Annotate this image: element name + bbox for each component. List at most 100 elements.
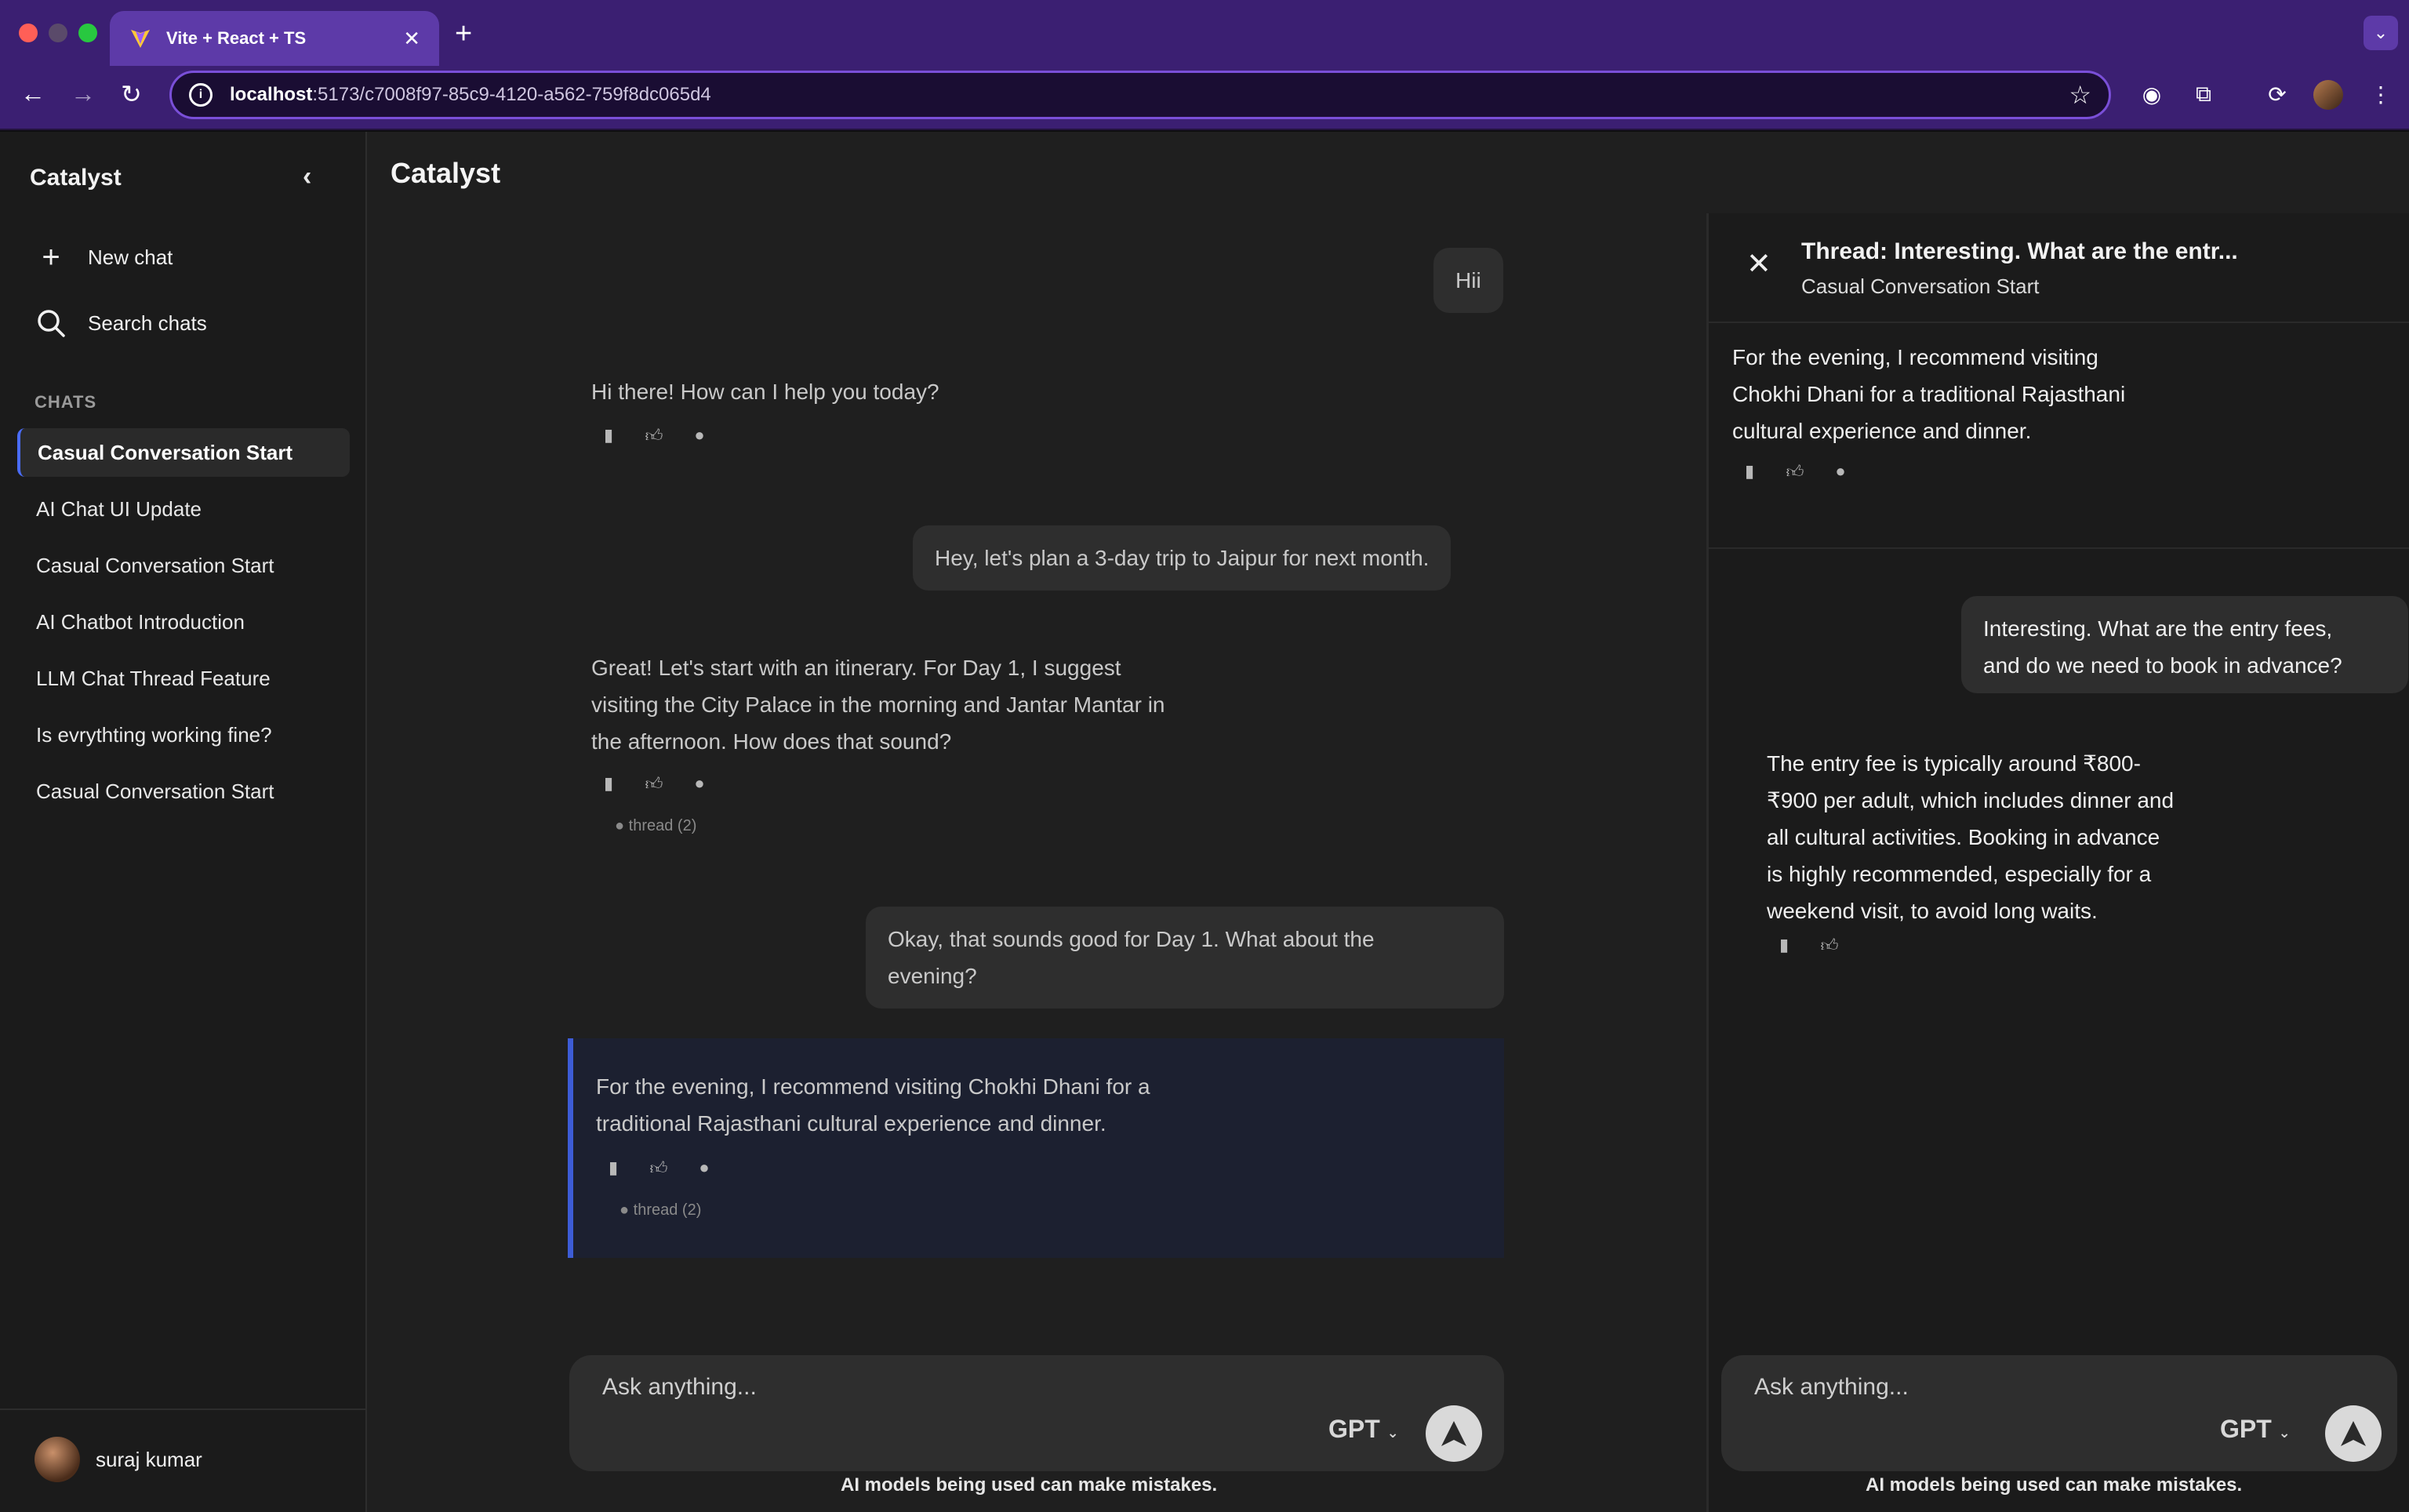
maximize-window-button[interactable] [78,24,97,42]
copy-icon[interactable]: ▮ [1740,461,1759,482]
browser-tab[interactable]: Vite + React + TS ✕ [110,11,439,66]
thread-reply-message: The entry fee is typically around ₹800- … [1767,745,2174,929]
copy-icon[interactable]: ▮ [599,425,618,446]
comment-icon: ● [620,1201,634,1219]
message-actions: ▮ 👍︎ [1775,935,1839,956]
address-bar[interactable]: i localhost:5173/c7008f97-85c9-4120-a562… [169,71,2111,119]
tab-search-button[interactable]: ⌄ [2364,16,2398,50]
message-line: ₹900 per adult, which includes dinner an… [1767,788,2175,812]
assistant-message: For the evening, I recommend visiting Ch… [596,1068,1150,1142]
send-arrow-icon [1441,1421,1466,1446]
user-message: Okay, that sounds good for Day 1. What a… [866,907,1504,1009]
close-window-button[interactable] [19,24,38,42]
thumbs-up-icon[interactable]: 👍︎ [645,425,663,446]
copy-icon[interactable]: ▮ [604,1158,623,1179]
thread-link[interactable]: ● thread (2) [620,1201,701,1219]
parent-message-text: For the evening, I recommend visiting Ch… [1732,339,2125,449]
message-line: cultural experience and dinner. [1732,419,2032,443]
chat-list-item[interactable]: Casual Conversation Start [17,428,350,477]
comment-icon[interactable]: ● [695,1158,714,1179]
app-window: Catalyst ‹ + New chat Search chats CHATS… [0,132,2409,1512]
new-chat-button[interactable]: + New chat [35,240,173,275]
chat-list-item[interactable]: LLM Chat Thread Feature [17,654,350,703]
chat-composer[interactable]: Ask anything... GPT ⌄ [569,1355,1504,1471]
tab-bar: Vite + React + TS ✕ + ⌄ [0,0,2409,66]
chat-list-item[interactable]: Casual Conversation Start [17,541,350,590]
chevron-down-icon: ⌄ [1386,1425,1399,1441]
message-line: traditional Rajasthani cultural experien… [596,1111,1106,1136]
message-actions: ▮ 👍︎ ● [599,425,709,446]
thumbs-up-icon[interactable]: 👍︎ [649,1158,668,1179]
thread-header: ✕ Thread: Interesting. What are the entr… [1709,213,2409,323]
comment-icon: ● [615,817,629,834]
thumbs-up-icon[interactable]: 👍︎ [1786,461,1804,482]
browser-menu-icon[interactable]: ⋮ [2365,78,2396,110]
message-line: Okay, that sounds good for Day 1. What a… [888,927,1375,951]
chat-list-item[interactable]: AI Chat UI Update [17,485,350,533]
user-footer[interactable]: suraj kumar [0,1408,367,1512]
user-message: Hey, let's plan a 3-day trip to Jaipur f… [913,525,1452,591]
send-button[interactable] [2325,1405,2382,1462]
bookmark-star-icon[interactable]: ☆ [2069,80,2091,110]
forward-icon[interactable]: → [71,79,96,108]
reload-icon[interactable]: ↻ [121,79,142,109]
copy-icon[interactable]: ▮ [599,773,618,794]
user-avatar [35,1437,80,1482]
message-line: the afternoon. How does that sound? [591,729,952,754]
close-tab-icon[interactable]: ✕ [403,27,420,51]
back-icon[interactable]: ← [20,79,45,108]
new-chat-label: New chat [88,245,173,269]
message-line: The entry fee is typically around ₹800- [1767,751,2141,776]
site-info-icon[interactable]: i [189,83,213,107]
message-input[interactable]: Ask anything... [602,1374,757,1401]
chat-list-item[interactable]: AI Chatbot Introduction [17,598,350,646]
comment-icon[interactable]: ● [690,425,709,446]
copy-icon[interactable]: ▮ [1775,935,1793,956]
chat-list-item[interactable]: Is evrythting working fine? [17,711,350,759]
model-selector[interactable]: GPT ⌄ [2220,1415,2291,1444]
thread-count: thread (2) [633,1201,702,1219]
message-line: visiting the City Palace in the morning … [591,692,1165,717]
message-line: all cultural activities. Booking in adva… [1767,825,2160,849]
model-selector[interactable]: GPT ⌄ [1328,1415,1399,1444]
send-arrow-icon [2341,1421,2366,1446]
thread-title: Thread: Interesting. What are the entr..… [1801,238,2238,264]
thumbs-up-icon[interactable]: 👍︎ [1820,935,1839,956]
message-line: Great! Let's start with an itinerary. Fo… [591,656,1121,680]
message-actions: ▮ 👍︎ ● [599,773,709,794]
comment-icon[interactable]: ● [690,773,709,794]
message-actions: ▮ 👍︎ ● [1740,461,1850,482]
comment-icon[interactable]: ● [1831,461,1850,482]
sync-icon[interactable]: ⟳ [2262,78,2293,110]
thread-count: thread (2) [628,817,697,834]
user-name: suraj kumar [96,1448,202,1471]
close-thread-icon[interactable]: ✕ [1746,246,1771,282]
disclaimer: AI models being used can make mistakes. [1866,1474,2243,1496]
collapse-sidebar-icon[interactable]: ‹ [303,162,311,192]
extensions-puzzle-icon[interactable]: ⧉ [2188,78,2219,110]
thread-user-message: Interesting. What are the entry fees, an… [1961,596,2408,693]
browser-chrome: Vite + React + TS ✕ + ⌄ ← → ↻ i localhos… [0,0,2409,130]
send-button[interactable] [1426,1405,1482,1462]
message-line: For the evening, I recommend visiting [1732,345,2098,369]
thread-subtitle: Casual Conversation Start [1801,274,2040,298]
thread-panel: ✕ Thread: Interesting. What are the entr… [1706,213,2409,1512]
user-message: Hii [1433,248,1503,313]
extension-record-icon[interactable]: ◉ [2136,78,2167,110]
thread-link[interactable]: ● thread (2) [615,817,696,835]
thread-message-input[interactable]: Ask anything... [1754,1374,1909,1401]
message-line: weekend visit, to avoid long waits. [1767,899,2098,923]
new-tab-button[interactable]: + [455,17,472,51]
message-line: Interesting. What are the entry fees, [1983,616,2333,641]
minimize-window-button[interactable] [49,24,67,42]
chat-list-item[interactable]: Casual Conversation Start [17,767,350,816]
thumbs-up-icon[interactable]: 👍︎ [645,773,663,794]
thread-composer[interactable]: Ask anything... GPT ⌄ [1721,1355,2397,1471]
search-chats-button[interactable]: Search chats [35,307,207,339]
profile-avatar[interactable] [2313,80,2343,110]
thread-parent-message: For the evening, I recommend visiting Ch… [1709,323,2409,549]
search-chats-label: Search chats [88,311,207,335]
search-icon [38,310,65,337]
tab-title: Vite + React + TS [166,28,307,48]
message-actions: ▮ 👍︎ ● [604,1158,714,1179]
